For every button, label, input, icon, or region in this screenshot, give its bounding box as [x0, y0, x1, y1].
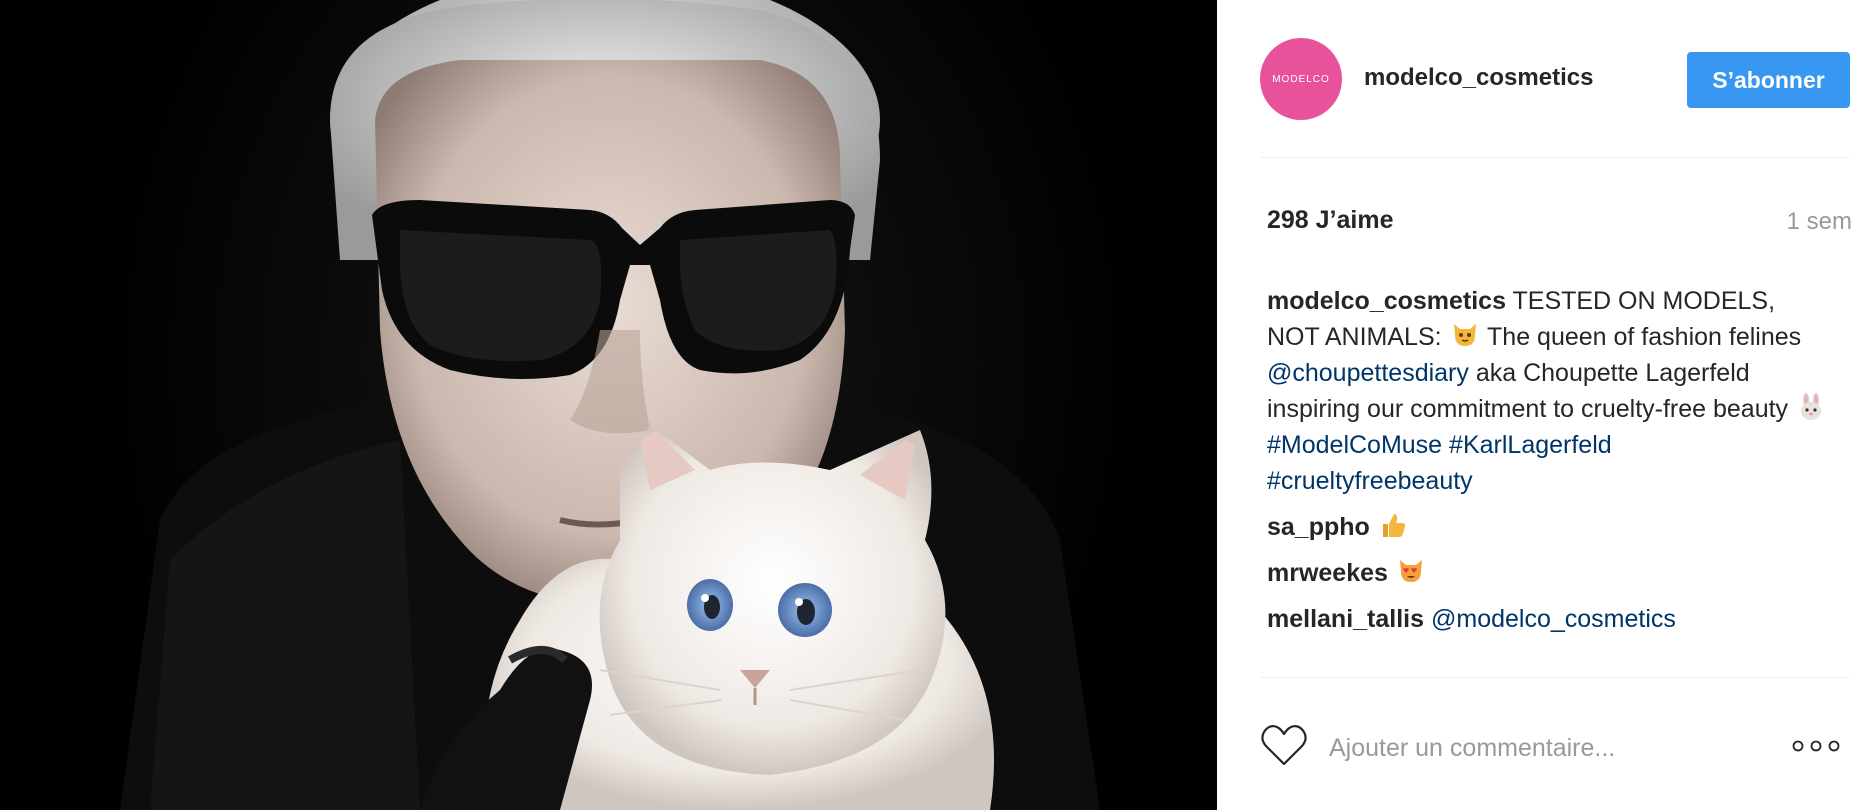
hashtag-link[interactable]: #KarlLagerfeld [1449, 431, 1612, 459]
likes-count[interactable]: 298 J’aime [1267, 206, 1394, 235]
header-username-link[interactable]: modelco_cosmetics [1364, 64, 1593, 92]
comments-list[interactable]: modelco_cosmetics TESTED ON MODELS, NOT … [1267, 283, 1827, 678]
avatar[interactable]: MODELCO [1260, 38, 1342, 120]
comment-input[interactable] [1329, 728, 1769, 768]
comment-item: sa_ppho [1267, 509, 1827, 545]
post-photo-illustration [120, 0, 1100, 810]
mention-link[interactable]: @choupettesdiary [1267, 359, 1469, 387]
instagram-post: MODELCO modelco_cosmetics S’abonner 298 … [0, 0, 1864, 810]
comment-item: mellani_tallis @modelco_cosmetics [1267, 601, 1827, 637]
heart-eyes-cat-icon [1397, 557, 1425, 585]
footer-divider [1260, 677, 1850, 678]
header-divider [1260, 157, 1850, 158]
heart-outline-icon[interactable] [1260, 723, 1308, 767]
caption-text-part-2: The queen of fashion felines [1480, 323, 1802, 351]
caption-username-link[interactable]: modelco_cosmetics [1267, 287, 1506, 315]
rabbit-face-icon [1797, 393, 1825, 421]
follow-button[interactable]: S’abonner [1687, 52, 1850, 108]
mention-link[interactable]: @modelco_cosmetics [1431, 605, 1676, 633]
comment-item: mrweekes [1267, 555, 1827, 591]
comment-username-link[interactable]: mellani_tallis [1267, 605, 1424, 633]
post-header: MODELCO modelco_cosmetics S’abonner [1217, 0, 1864, 158]
more-options-icon[interactable] [1790, 736, 1842, 756]
avatar-logo-text: MODELCO [1272, 73, 1330, 85]
comment-username-link[interactable]: sa_ppho [1267, 513, 1370, 541]
hashtag-link[interactable]: #crueltyfreebeauty [1267, 467, 1473, 495]
hashtag-link[interactable]: #ModelCoMuse [1267, 431, 1442, 459]
cat-face-icon [1451, 321, 1479, 349]
thumbs-up-icon [1379, 511, 1407, 539]
post-photo [0, 0, 1217, 810]
post-caption: modelco_cosmetics TESTED ON MODELS, NOT … [1267, 283, 1827, 499]
post-timestamp[interactable]: 1 sem [1787, 208, 1852, 236]
post-side-panel: MODELCO modelco_cosmetics S’abonner 298 … [1217, 0, 1864, 810]
comment-username-link[interactable]: mrweekes [1267, 559, 1388, 587]
